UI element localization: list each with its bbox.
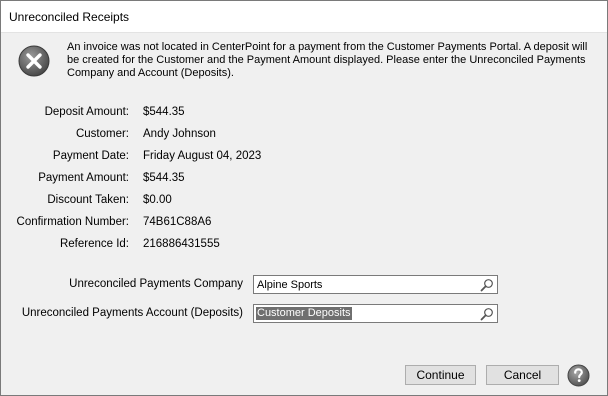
- account-field-value[interactable]: Customer Deposits: [256, 307, 352, 320]
- customer-value: Andy Johnson: [143, 128, 216, 140]
- company-search-icon[interactable]: [480, 278, 494, 292]
- company-field-label: Unreconciled Payments Company: [69, 278, 243, 290]
- account-field-label: Unreconciled Payments Account (Deposits): [21, 307, 243, 319]
- title-bar: Unreconciled Receipts: [1, 1, 607, 33]
- dialog-title: Unreconciled Receipts: [9, 10, 130, 24]
- account-field[interactable]: Customer Deposits: [253, 304, 498, 323]
- reference-id-value: 216886431555: [143, 238, 220, 250]
- error-icon: [18, 45, 50, 77]
- account-search-icon[interactable]: [480, 307, 494, 321]
- reference-id-label: Reference Id:: [59, 238, 129, 250]
- company-field-value[interactable]: Alpine Sports: [257, 279, 322, 291]
- dialog-message: An invoice was not located in CenterPoin…: [67, 41, 588, 79]
- confirmation-number-value: 74B61C88A6: [143, 216, 212, 228]
- unreconciled-receipts-dialog: Unreconciled Receipts An invoice was not…: [0, 0, 608, 396]
- help-icon[interactable]: [567, 364, 590, 387]
- discount-taken-value: $0.00: [143, 194, 172, 206]
- discount-taken-label: Discount Taken:: [47, 194, 129, 206]
- deposit-amount-value: $544.35: [143, 106, 185, 118]
- confirmation-number-label: Confirmation Number:: [16, 216, 129, 228]
- continue-button[interactable]: Continue: [405, 365, 476, 385]
- customer-label: Customer:: [75, 128, 129, 140]
- payment-amount-value: $544.35: [143, 172, 185, 184]
- payment-date-value: Friday August 04, 2023: [143, 150, 262, 162]
- company-field[interactable]: Alpine Sports: [253, 275, 498, 294]
- payment-amount-label: Payment Amount:: [38, 172, 129, 184]
- payment-date-label: Payment Date:: [52, 150, 129, 162]
- cancel-button[interactable]: Cancel: [486, 365, 559, 385]
- deposit-amount-label: Deposit Amount:: [44, 106, 129, 118]
